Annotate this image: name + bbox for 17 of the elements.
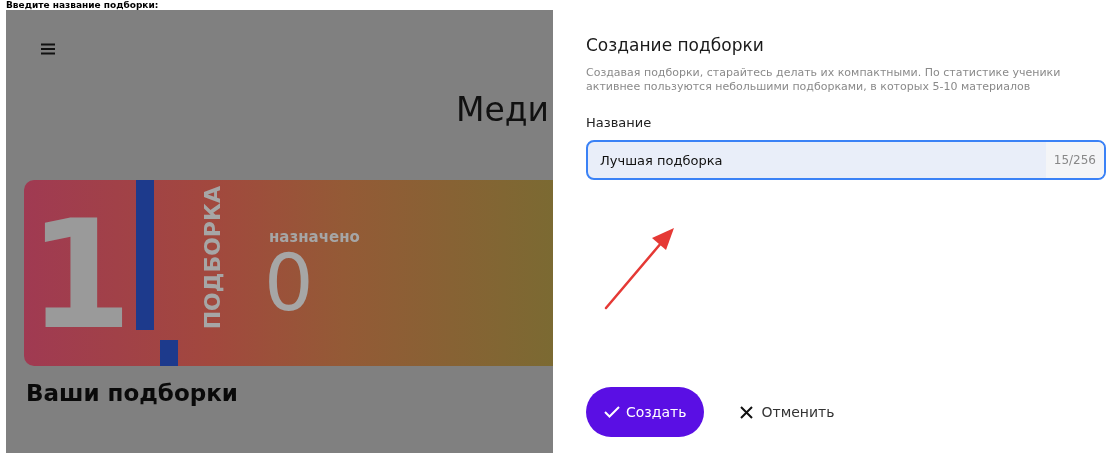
caption: Введите название подборки: — [6, 0, 160, 10]
card-number: 1 — [28, 190, 128, 360]
dialog-description: Создавая подборки, старайтесь делать их компактными. По статистике ученики активнее пользуются небольшими подборками, в которых 5-10 материалов — [586, 66, 1062, 94]
cancel-button[interactable]: Отменить — [732, 387, 843, 437]
create-button[interactable]: Создать — [586, 387, 705, 437]
section-title: Ваши подборки — [26, 379, 238, 408]
name-input[interactable]: Лучшая подборка — [588, 142, 1046, 178]
card-label: ПОДБОРКА — [200, 186, 226, 330]
check-icon — [604, 406, 620, 418]
close-icon — [740, 405, 754, 419]
name-field[interactable]: Лучшая подборка 15/256 — [586, 140, 1106, 180]
dialog-title: Создание подборки — [586, 34, 765, 57]
field-label: Название — [586, 114, 653, 132]
character-counter: 15/256 — [1053, 152, 1096, 169]
card-stripe — [160, 340, 178, 366]
menu-icon[interactable] — [40, 43, 56, 55]
page-heading: Меди — [456, 90, 550, 130]
